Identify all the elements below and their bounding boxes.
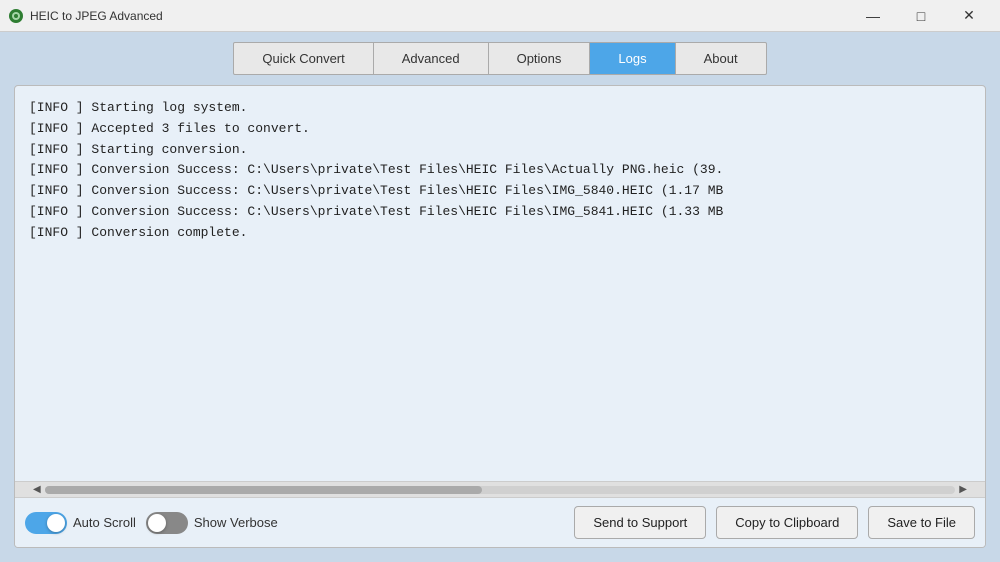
scroll-right-arrow[interactable]: ▶ — [959, 484, 967, 495]
send-to-support-button[interactable]: Send to Support — [574, 506, 706, 539]
auto-scroll-toggle[interactable] — [25, 512, 67, 534]
tab-bar: Quick Convert Advanced Options Logs Abou… — [14, 42, 986, 75]
log-line: [INFO ] Conversion Success: C:\Users\pri… — [29, 202, 971, 223]
log-line: [INFO ] Accepted 3 files to convert. — [29, 119, 971, 140]
log-area: [INFO ] Starting log system.[INFO ] Acce… — [15, 86, 985, 481]
scroll-left-arrow[interactable]: ◀ — [33, 484, 41, 495]
tab-options[interactable]: Options — [489, 43, 591, 74]
bottom-bar: Auto Scroll Show Verbose Send to Support… — [15, 497, 985, 547]
save-to-file-button[interactable]: Save to File — [868, 506, 975, 539]
auto-scroll-thumb — [47, 514, 65, 532]
close-button[interactable]: ✕ — [946, 0, 992, 32]
log-line: [INFO ] Conversion complete. — [29, 223, 971, 244]
app-icon — [8, 8, 24, 24]
auto-scroll-track — [25, 512, 67, 534]
titlebar: HEIC to JPEG Advanced — □ ✕ — [0, 0, 1000, 32]
tab-container: Quick Convert Advanced Options Logs Abou… — [233, 42, 766, 75]
maximize-button[interactable]: □ — [898, 0, 944, 32]
minimize-button[interactable]: — — [850, 0, 896, 32]
auto-scroll-label: Auto Scroll — [73, 515, 136, 530]
log-line: [INFO ] Starting conversion. — [29, 140, 971, 161]
scrollbar-thumb[interactable] — [45, 486, 482, 494]
auto-scroll-group: Auto Scroll — [25, 512, 136, 534]
tab-advanced[interactable]: Advanced — [374, 43, 489, 74]
tab-about[interactable]: About — [676, 43, 766, 74]
show-verbose-group: Show Verbose — [146, 512, 278, 534]
scrollbar-track[interactable] — [45, 486, 956, 494]
log-line: [INFO ] Conversion Success: C:\Users\pri… — [29, 181, 971, 202]
window-controls: — □ ✕ — [850, 0, 992, 32]
log-line: [INFO ] Starting log system. — [29, 98, 971, 119]
copy-to-clipboard-button[interactable]: Copy to Clipboard — [716, 506, 858, 539]
horizontal-scrollbar[interactable]: ◀ ▶ — [15, 481, 985, 497]
log-line: [INFO ] Conversion Success: C:\Users\pri… — [29, 160, 971, 181]
show-verbose-thumb — [148, 514, 166, 532]
tab-quick-convert[interactable]: Quick Convert — [234, 43, 373, 74]
show-verbose-toggle[interactable] — [146, 512, 188, 534]
log-panel: [INFO ] Starting log system.[INFO ] Acce… — [14, 85, 986, 548]
show-verbose-track — [146, 512, 188, 534]
main-content: Quick Convert Advanced Options Logs Abou… — [0, 32, 1000, 562]
show-verbose-label: Show Verbose — [194, 515, 278, 530]
app-title: HEIC to JPEG Advanced — [30, 9, 850, 23]
tab-logs[interactable]: Logs — [590, 43, 675, 74]
